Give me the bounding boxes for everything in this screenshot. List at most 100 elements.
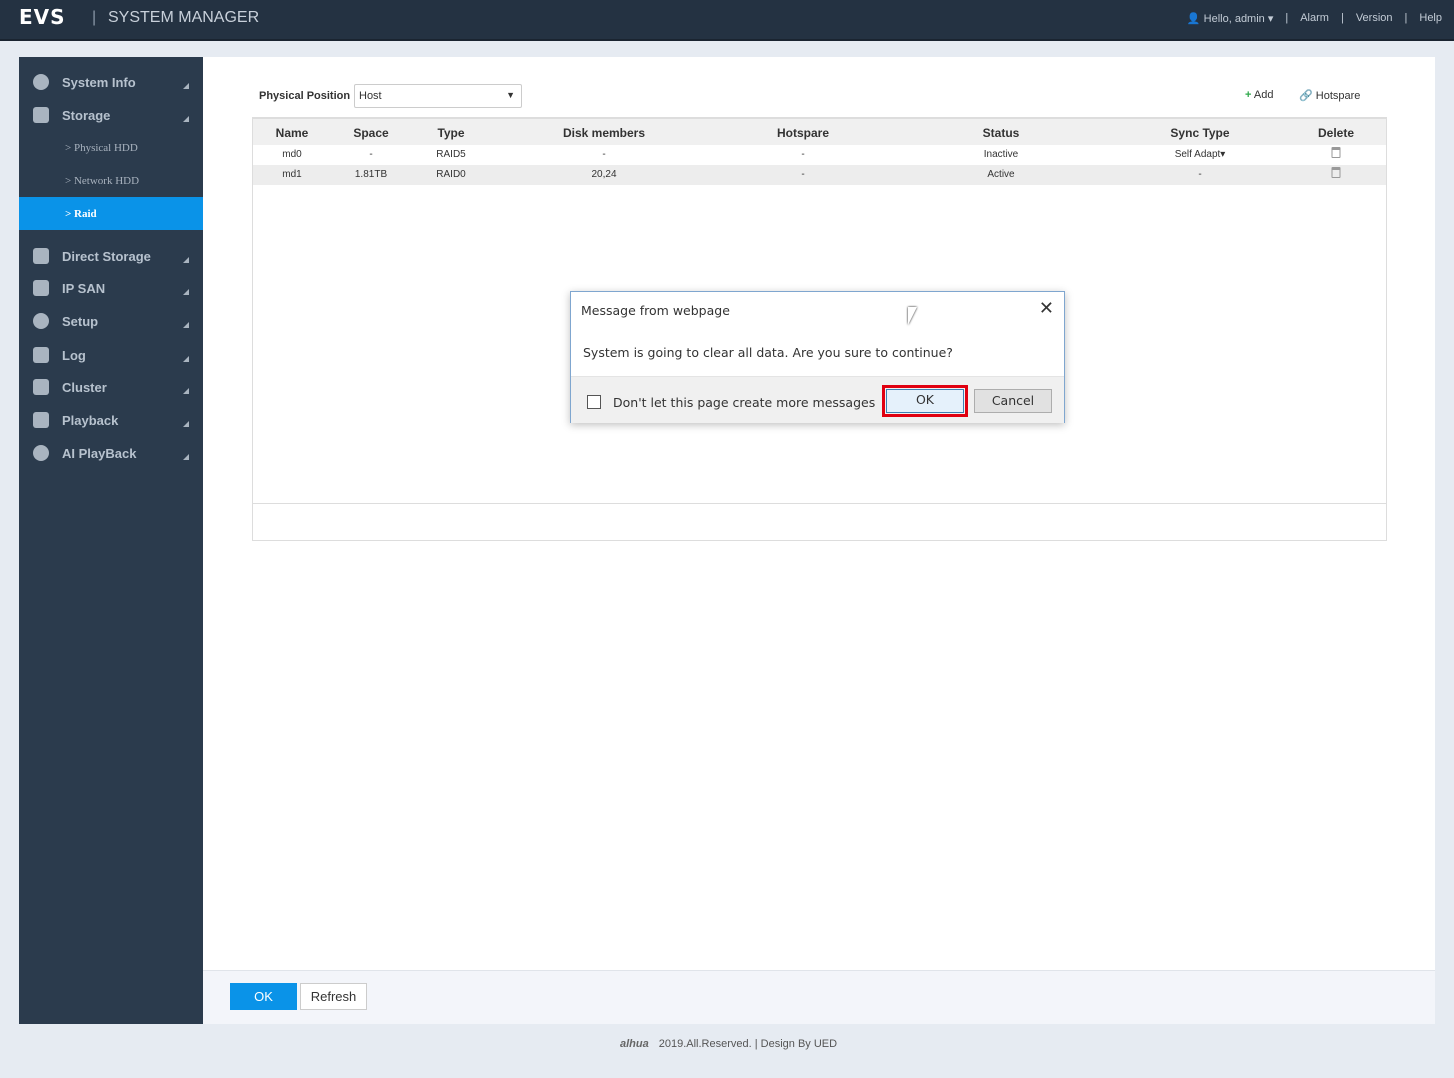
physical-position-select[interactable]: Host ▼ — [354, 84, 522, 108]
sidebar-item-storage[interactable]: Storage — [19, 99, 203, 131]
select-value: Host — [359, 90, 382, 102]
user-menu[interactable]: 👤 Hello, admin ▾ — [1187, 12, 1273, 25]
sidebar-item-direct-storage[interactable]: Direct Storage — [19, 240, 203, 272]
dialog-message: System is going to clear all data. Are y… — [583, 345, 953, 360]
sidebar-item-label: Setup — [62, 313, 99, 329]
expand-arrow-icon — [183, 388, 189, 394]
alarm-link[interactable]: Alarm — [1300, 12, 1329, 25]
col-disk-members: Disk members — [562, 126, 646, 140]
footer-text: 2019.All.Reserved. | Design By UED — [658, 1038, 838, 1050]
col-delete: Delete — [1317, 126, 1355, 140]
sidebar-item-ip-san[interactable]: IP SAN — [19, 272, 203, 304]
delete-icon[interactable] — [1331, 167, 1341, 181]
sync-type-value: Self Adapt — [1174, 149, 1221, 160]
sidebar-item-label: System Info — [62, 74, 136, 90]
trash-icon — [1331, 147, 1341, 158]
expand-arrow-icon — [183, 289, 189, 295]
add-button[interactable]: + Add — [1245, 89, 1273, 101]
sidebar-subitem-network-hdd[interactable]: > Network HDD — [19, 164, 203, 197]
sync-type-dropdown[interactable]: Self Adapt▾ — [1175, 149, 1226, 160]
dialog-ok-button[interactable]: OK — [886, 389, 964, 413]
sidebar-subitem-physical-hdd[interactable]: > Physical HDD — [19, 131, 203, 164]
cluster-icon — [33, 379, 49, 395]
expand-arrow-icon — [183, 257, 189, 263]
dont-show-checkbox[interactable] — [587, 395, 601, 409]
expand-arrow-icon — [183, 421, 189, 427]
col-name: Name — [275, 126, 309, 140]
divider: | — [1340, 12, 1344, 24]
sidebar-item-label: AI PlayBack — [62, 445, 137, 461]
hotspare-button[interactable]: 🔗 Hotspare — [1299, 89, 1360, 102]
cell-space: 1.81TB — [354, 169, 388, 180]
divider: | — [1404, 12, 1408, 24]
delete-icon[interactable] — [1331, 147, 1341, 161]
sidebar-item-label: IP SAN — [62, 280, 106, 296]
col-sync-type: Sync Type — [1170, 126, 1230, 140]
trash-icon — [1331, 167, 1341, 178]
bottom-bar — [203, 970, 1435, 1024]
sidebar-item-system-info[interactable]: System Info — [19, 66, 203, 98]
physical-position-label: Physical Position — [259, 90, 351, 102]
expand-arrow-icon — [183, 116, 189, 122]
cell-sync-type: - — [1198, 169, 1202, 180]
cell-hotspare: - — [801, 149, 805, 160]
ai-playback-icon — [33, 445, 49, 461]
sidebar-subitem-raid[interactable]: > Raid — [19, 197, 203, 230]
gear-icon — [33, 313, 49, 329]
playback-icon — [33, 412, 49, 428]
sidebar-item-log[interactable]: Log — [19, 339, 203, 371]
table-footer — [253, 503, 1386, 504]
divider: | — [1285, 12, 1289, 24]
sidebar-item-playback[interactable]: Playback — [19, 404, 203, 436]
sidebar-item-label: Direct Storage — [62, 248, 151, 264]
refresh-button[interactable]: Refresh — [300, 983, 367, 1010]
mouse-cursor-icon — [908, 307, 917, 325]
cell-space: - — [369, 149, 373, 160]
cell-disk-members: 20,24 — [591, 169, 617, 180]
help-link[interactable]: Help — [1419, 12, 1442, 25]
user-name: Hello, admin — [1203, 13, 1265, 25]
version-link[interactable]: Version — [1356, 12, 1393, 25]
direct-storage-icon — [33, 248, 49, 264]
checkbox-label[interactable]: Don't let this page create more messages — [613, 395, 875, 410]
table-row[interactable]: md0 - RAID5 - - Inactive Self Adapt▾ — [253, 145, 1386, 165]
ok-highlight-box: OK — [882, 385, 968, 417]
expand-arrow-icon — [183, 83, 189, 89]
cell-status: Inactive — [983, 149, 1019, 160]
sidebar-item-label: Playback — [62, 412, 119, 428]
sidebar: System Info Storage > Physical HDD > Net… — [19, 57, 203, 1024]
sidebar-item-label: Log — [62, 347, 86, 363]
app-title: SYSTEM MANAGER — [108, 9, 260, 26]
chevron-down-icon: ▼ — [506, 90, 515, 100]
link-icon: 🔗 — [1299, 90, 1313, 102]
top-header: EVS | SYSTEM MANAGER 👤 Hello, admin ▾ | A… — [0, 0, 1454, 41]
close-icon[interactable]: ✕ — [1039, 298, 1054, 319]
server-icon — [33, 280, 49, 296]
divider: | — [92, 9, 97, 26]
expand-arrow-icon — [183, 322, 189, 328]
expand-arrow-icon — [183, 356, 189, 362]
col-status: Status — [982, 126, 1020, 140]
dahua-logo: alhua — [620, 1038, 649, 1050]
log-icon — [33, 347, 49, 363]
add-label: Add — [1253, 89, 1274, 101]
table-row[interactable]: md1 1.81TB RAID0 20,24 - Active - — [253, 165, 1386, 185]
dialog-cancel-button[interactable]: Cancel — [974, 389, 1052, 413]
cell-disk-members: - — [602, 149, 606, 160]
hotspare-label: Hotspare — [1315, 90, 1361, 102]
sidebar-item-ai-playback[interactable]: AI PlayBack — [19, 437, 203, 469]
confirm-dialog: Message from webpage ✕ System is going t… — [570, 291, 1065, 423]
cell-name: md0 — [282, 149, 302, 160]
cell-type: RAID0 — [436, 169, 466, 180]
ok-button[interactable]: OK — [230, 983, 297, 1010]
cell-status: Active — [987, 169, 1015, 180]
logo: EVS — [19, 5, 66, 29]
expand-arrow-icon — [183, 454, 189, 460]
sidebar-item-setup[interactable]: Setup — [19, 305, 203, 337]
sidebar-item-label: Cluster — [62, 379, 107, 395]
footer: alhua 2019.All.Reserved. | Design By UED — [620, 1038, 837, 1050]
col-space: Space — [353, 126, 389, 140]
sidebar-item-cluster[interactable]: Cluster — [19, 371, 203, 403]
dialog-title: Message from webpage — [581, 303, 730, 318]
plus-icon: + — [1245, 89, 1252, 101]
